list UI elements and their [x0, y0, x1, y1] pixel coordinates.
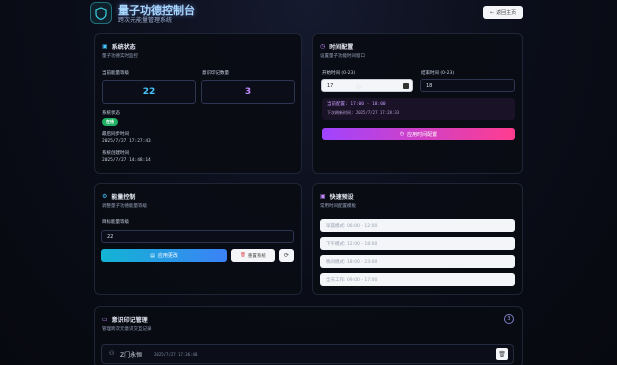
- record-time: 2025/7/27 17:36:48: [154, 352, 198, 357]
- last-sync-value: 2025/7/27 17:27:43: [102, 139, 151, 144]
- app-subtitle: 跨次元能量管理系统: [118, 17, 173, 24]
- reset-system-button[interactable]: 🗑 重置系统: [231, 249, 275, 262]
- reset-system-label: 重置系统: [247, 253, 266, 259]
- back-home-label: 返回主页: [496, 10, 517, 16]
- created-label: 系统创建时间: [102, 151, 129, 156]
- calendar-icon: ▣: [320, 193, 326, 200]
- refresh-icon: ⟳: [283, 252, 290, 259]
- calendar-icon: ▣: [102, 43, 108, 50]
- message-icon: ▭: [102, 316, 108, 323]
- apply-time-config-button[interactable]: ◷ 应用时间配置: [322, 128, 515, 140]
- target-level-label: 目标能量等级: [102, 220, 129, 225]
- end-time-value: 18: [426, 82, 433, 89]
- apply-changes-button[interactable]: ▤ 应用更改: [101, 249, 227, 262]
- preset-afternoon-button[interactable]: 下午模式: 12:00 - 18:00: [320, 237, 515, 250]
- panel-title: 意识印记管理: [111, 317, 148, 324]
- record-name: Z门永恒: [120, 352, 143, 359]
- panel-subtitle: 量子功德实时监控: [102, 54, 138, 59]
- users-icon: ⚇: [109, 350, 115, 357]
- system-status-panel: ▣ 系统状态 量子功德实时监控 当前能量等级 意识印记数量 22 3 系统状态 …: [94, 33, 302, 174]
- end-time-input[interactable]: 18: [420, 79, 515, 92]
- save-icon: ▤: [150, 252, 155, 259]
- mark-count-badge: 3: [504, 314, 514, 324]
- gear-icon: ⚙: [102, 193, 108, 200]
- start-time-input[interactable]: 17: [321, 79, 413, 92]
- energy-level-value: 22: [102, 80, 196, 104]
- shield-logo-icon: [90, 2, 112, 24]
- target-level-input[interactable]: 22: [101, 230, 294, 243]
- back-home-button[interactable]: ← 返回主页: [483, 6, 523, 19]
- apply-changes-label: 应用更改: [157, 253, 178, 259]
- trash-icon: 🗑: [240, 253, 246, 258]
- arrow-left-icon: ←: [489, 9, 495, 16]
- target-level-value: 22: [107, 233, 114, 240]
- end-time-label: 结束时间 (0-23): [421, 71, 455, 76]
- preset-morning-button[interactable]: 早晨模式: 06:00 - 12:00: [320, 219, 515, 232]
- apply-time-label: 应用时间配置: [407, 131, 438, 138]
- preset-fullday-button[interactable]: 全天工作: 09:00 - 17:00: [320, 273, 515, 286]
- current-config: 当前配置: 17:00 - 18:00: [327, 102, 386, 107]
- clock-icon: ◷: [320, 43, 326, 50]
- panel-subtitle: 管理跨次元意识交互记录: [102, 327, 152, 332]
- clock-icon: ◷: [399, 131, 405, 137]
- last-sync-label: 最后同步时间: [102, 132, 129, 137]
- panel-title: 快速预设: [329, 194, 354, 201]
- created-value: 2025/7/27 14:48:14: [102, 158, 151, 163]
- list-item: ⚇ Z门永恒 2025/7/27 17:36:48 🗑: [101, 344, 514, 364]
- config-info-box: 当前配置: 17:00 - 18:00 下次刷新时间: 2025/7/27 17…: [322, 98, 515, 120]
- panel-title: 时间配置: [329, 44, 354, 51]
- energy-level-label: 当前能量等级: [102, 71, 129, 76]
- calendar-picker-icon[interactable]: [403, 83, 409, 89]
- system-state-label: 系统状态: [102, 111, 120, 116]
- panel-title: 能量控制: [111, 194, 136, 201]
- refresh-button[interactable]: ⟳: [279, 249, 294, 262]
- panel-subtitle: 调整量子功德能量等级: [102, 204, 147, 209]
- delete-record-button[interactable]: 🗑: [496, 348, 508, 360]
- start-time-label: 开始时间 (0-23): [322, 71, 356, 76]
- start-time-value: 17: [327, 82, 334, 89]
- mark-count-value: 3: [201, 80, 295, 104]
- status-badge: 在线: [102, 118, 118, 126]
- next-refresh: 下次刷新时间: 2025/7/27 17:28:33: [327, 110, 400, 115]
- panel-subtitle: 设置量子功能时间窗口: [320, 54, 365, 59]
- panel-title: 系统状态: [111, 44, 136, 51]
- mark-count-label: 意识印记数量: [202, 71, 229, 76]
- panel-subtitle: 常用时间配置模板: [320, 204, 356, 209]
- preset-evening-button[interactable]: 晚间模式: 18:00 - 23:00: [320, 255, 515, 268]
